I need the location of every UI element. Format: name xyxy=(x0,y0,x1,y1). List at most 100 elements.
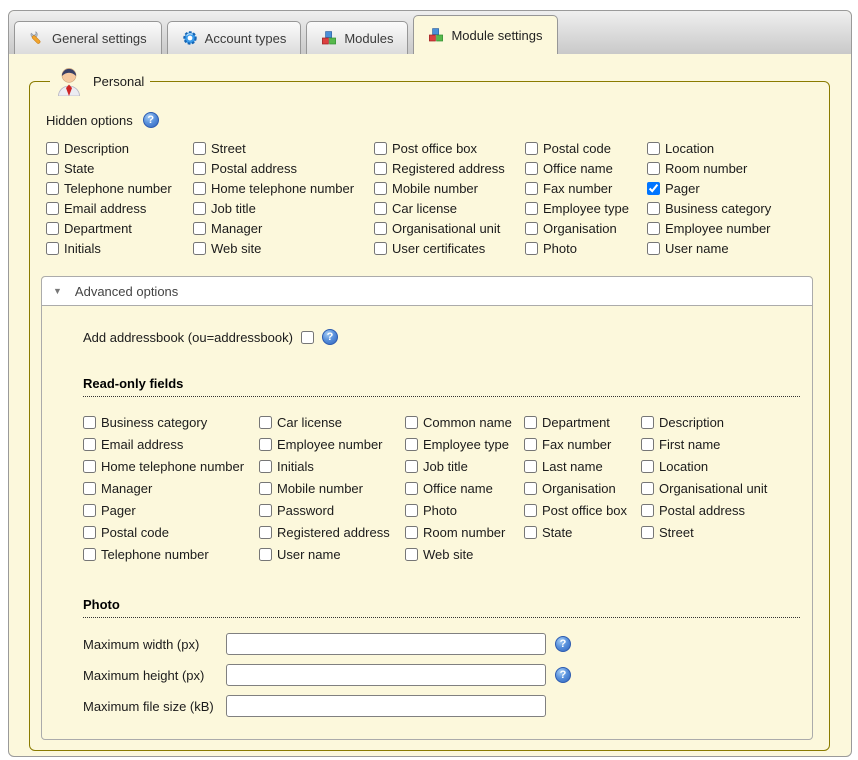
state-checkbox[interactable] xyxy=(524,526,537,539)
department-checkbox[interactable] xyxy=(46,222,59,235)
web-site-checkbox[interactable] xyxy=(193,242,206,255)
common-name-checkbox[interactable] xyxy=(405,416,418,429)
email-address-checkbox[interactable] xyxy=(46,202,59,215)
option-fax-number[interactable]: Fax number xyxy=(524,437,611,452)
option-job-title[interactable]: Job title xyxy=(405,459,468,474)
employee-number-checkbox[interactable] xyxy=(647,222,660,235)
advanced-options-header[interactable]: ▼ Advanced options xyxy=(42,277,812,306)
option-manager[interactable]: Manager xyxy=(83,481,152,496)
street-checkbox[interactable] xyxy=(641,526,654,539)
option-home-telephone-number[interactable]: Home telephone number xyxy=(83,459,244,474)
option-organisational-unit[interactable]: Organisational unit xyxy=(641,481,767,496)
option-location[interactable]: Location xyxy=(647,141,714,156)
postal-code-checkbox[interactable] xyxy=(525,142,538,155)
office-name-checkbox[interactable] xyxy=(405,482,418,495)
option-post-office-box[interactable]: Post office box xyxy=(374,141,477,156)
car-license-checkbox[interactable] xyxy=(374,202,387,215)
option-web-site[interactable]: Web site xyxy=(193,241,261,256)
option-manager[interactable]: Manager xyxy=(193,221,262,236)
tab-modules[interactable]: Modules xyxy=(306,21,408,54)
employee-type-checkbox[interactable] xyxy=(405,438,418,451)
option-first-name[interactable]: First name xyxy=(641,437,720,452)
option-email-address[interactable]: Email address xyxy=(83,437,183,452)
option-business-category[interactable]: Business category xyxy=(647,201,771,216)
street-checkbox[interactable] xyxy=(193,142,206,155)
organisation-checkbox[interactable] xyxy=(525,222,538,235)
option-description[interactable]: Description xyxy=(46,141,129,156)
option-password[interactable]: Password xyxy=(259,503,334,518)
photo-checkbox[interactable] xyxy=(525,242,538,255)
option-photo[interactable]: Photo xyxy=(405,503,457,518)
option-employee-number[interactable]: Employee number xyxy=(647,221,771,236)
option-mobile-number[interactable]: Mobile number xyxy=(374,181,478,196)
option-pager[interactable]: Pager xyxy=(647,181,700,196)
user-certificates-checkbox[interactable] xyxy=(374,242,387,255)
location-checkbox[interactable] xyxy=(641,460,654,473)
option-telephone-number[interactable]: Telephone number xyxy=(46,181,172,196)
location-checkbox[interactable] xyxy=(647,142,660,155)
option-user-name[interactable]: User name xyxy=(259,547,341,562)
option-registered-address[interactable]: Registered address xyxy=(374,161,505,176)
mobile-number-checkbox[interactable] xyxy=(259,482,272,495)
job-title-checkbox[interactable] xyxy=(193,202,206,215)
employee-type-checkbox[interactable] xyxy=(525,202,538,215)
user-name-checkbox[interactable] xyxy=(647,242,660,255)
organisational-unit-checkbox[interactable] xyxy=(374,222,387,235)
description-checkbox[interactable] xyxy=(46,142,59,155)
option-organisation[interactable]: Organisation xyxy=(525,221,617,236)
organisational-unit-checkbox[interactable] xyxy=(641,482,654,495)
max-height-input[interactable] xyxy=(226,664,546,686)
option-car-license[interactable]: Car license xyxy=(374,201,457,216)
option-initials[interactable]: Initials xyxy=(259,459,314,474)
business-category-checkbox[interactable] xyxy=(83,416,96,429)
option-registered-address[interactable]: Registered address xyxy=(259,525,390,540)
option-last-name[interactable]: Last name xyxy=(524,459,603,474)
initials-checkbox[interactable] xyxy=(46,242,59,255)
home-telephone-number-checkbox[interactable] xyxy=(83,460,96,473)
option-department[interactable]: Department xyxy=(46,221,132,236)
email-address-checkbox[interactable] xyxy=(83,438,96,451)
tab-module-settings[interactable]: Module settings xyxy=(413,15,557,54)
room-number-checkbox[interactable] xyxy=(405,526,418,539)
option-fax-number[interactable]: Fax number xyxy=(525,181,612,196)
option-postal-code[interactable]: Postal code xyxy=(525,141,611,156)
postal-code-checkbox[interactable] xyxy=(83,526,96,539)
option-room-number[interactable]: Room number xyxy=(647,161,747,176)
office-name-checkbox[interactable] xyxy=(525,162,538,175)
first-name-checkbox[interactable] xyxy=(641,438,654,451)
option-business-category[interactable]: Business category xyxy=(83,415,207,430)
registered-address-checkbox[interactable] xyxy=(374,162,387,175)
password-checkbox[interactable] xyxy=(259,504,272,517)
option-postal-address[interactable]: Postal address xyxy=(193,161,297,176)
car-license-checkbox[interactable] xyxy=(259,416,272,429)
option-web-site[interactable]: Web site xyxy=(405,547,473,562)
option-postal-code[interactable]: Postal code xyxy=(83,525,169,540)
home-telephone-number-checkbox[interactable] xyxy=(193,182,206,195)
postal-address-checkbox[interactable] xyxy=(193,162,206,175)
description-checkbox[interactable] xyxy=(641,416,654,429)
option-location[interactable]: Location xyxy=(641,459,708,474)
option-job-title[interactable]: Job title xyxy=(193,201,256,216)
manager-checkbox[interactable] xyxy=(83,482,96,495)
option-photo[interactable]: Photo xyxy=(525,241,577,256)
option-user-certificates[interactable]: User certificates xyxy=(374,241,485,256)
telephone-number-checkbox[interactable] xyxy=(46,182,59,195)
option-employee-type[interactable]: Employee type xyxy=(525,201,629,216)
option-telephone-number[interactable]: Telephone number xyxy=(83,547,209,562)
option-pager[interactable]: Pager xyxy=(83,503,136,518)
option-mobile-number[interactable]: Mobile number xyxy=(259,481,363,496)
telephone-number-checkbox[interactable] xyxy=(83,548,96,561)
organisation-checkbox[interactable] xyxy=(524,482,537,495)
pager-checkbox[interactable] xyxy=(83,504,96,517)
option-office-name[interactable]: Office name xyxy=(525,161,613,176)
option-post-office-box[interactable]: Post office box xyxy=(524,503,627,518)
help-icon[interactable]: ? xyxy=(322,329,338,345)
help-icon[interactable]: ? xyxy=(555,636,571,652)
pager-checkbox[interactable] xyxy=(647,182,660,195)
tab-account-types[interactable]: Account types xyxy=(167,21,302,54)
option-street[interactable]: Street xyxy=(193,141,246,156)
help-icon[interactable]: ? xyxy=(143,112,159,128)
option-state[interactable]: State xyxy=(46,161,94,176)
fax-number-checkbox[interactable] xyxy=(524,438,537,451)
postal-address-checkbox[interactable] xyxy=(641,504,654,517)
